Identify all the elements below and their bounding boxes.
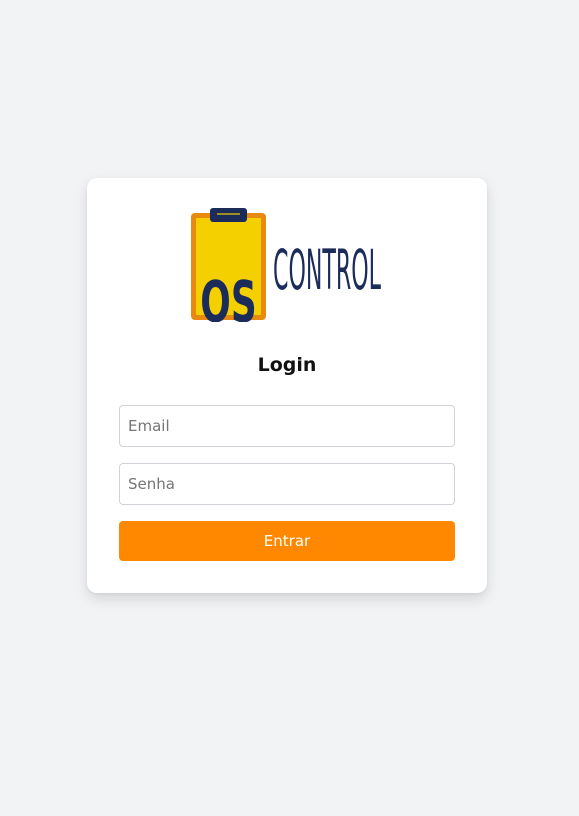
clipboard-icon: OS (191, 208, 266, 322)
os-control-logo: OS CONTROL (191, 208, 381, 322)
login-title: Login (257, 354, 317, 376)
login-button[interactable]: Entrar (119, 521, 455, 561)
email-field[interactable] (119, 405, 455, 447)
logo-badge-text: OS (200, 268, 256, 322)
login-card: OS CONTROL Login Entrar (87, 178, 487, 593)
logo-word-text: CONTROL (273, 238, 381, 303)
password-field[interactable] (119, 463, 455, 505)
